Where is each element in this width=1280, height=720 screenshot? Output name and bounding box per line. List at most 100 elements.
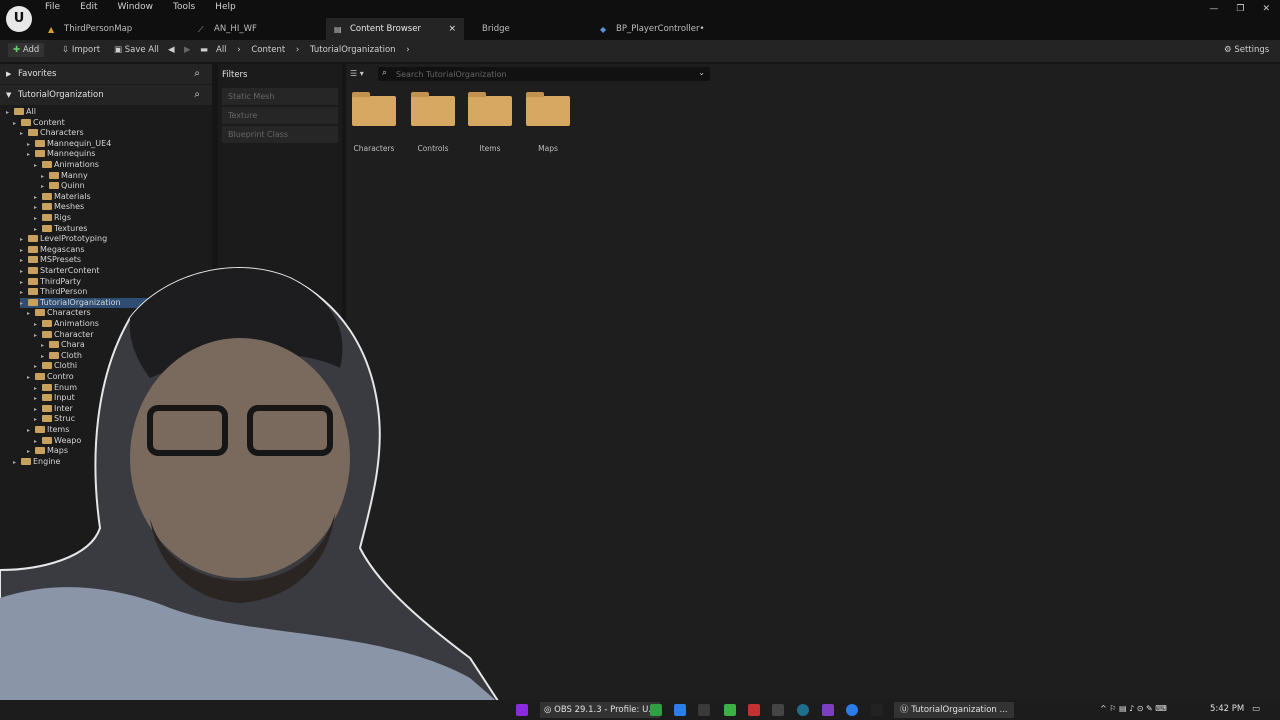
filter-blueprint-class[interactable]: Blueprint Class bbox=[222, 126, 338, 143]
expand-arrow-icon[interactable]: ▸ bbox=[34, 225, 42, 235]
app-icon[interactable] bbox=[674, 704, 686, 716]
webcam-overlay bbox=[0, 267, 500, 704]
system-tray-icons[interactable]: ^ ⚐ ▤ ♪ ⊙ ✎ ⌨ bbox=[1100, 704, 1167, 713]
breadcrumb-tutorialorganization[interactable]: TutorialOrganization bbox=[310, 45, 396, 55]
breadcrumb-content[interactable]: Content bbox=[251, 45, 285, 55]
content-browser-toolbar: ✚ Add ⇩ Import ▣ Save All ◀ ▶ ▬ All › Co… bbox=[0, 40, 1280, 62]
add-button[interactable]: ✚ Add bbox=[8, 43, 45, 57]
menu-file[interactable]: File bbox=[44, 2, 71, 12]
level-icon: ▲ bbox=[48, 24, 55, 34]
tree-item-label: Materials bbox=[54, 191, 91, 201]
tab-bp-playercontroller[interactable]: ◆ BP_PlayerController• bbox=[592, 18, 752, 40]
tree-item[interactable]: ▸ Animations bbox=[34, 160, 99, 170]
tab-label: AN_HI_WF bbox=[214, 24, 257, 34]
expand-arrow-icon[interactable]: ▸ bbox=[34, 203, 42, 213]
expand-arrow-icon[interactable]: ▸ bbox=[27, 140, 35, 150]
tab-an-hi-wf[interactable]: ⟋ AN_HI_WF bbox=[190, 18, 326, 40]
folder-icon bbox=[42, 161, 52, 168]
menu-help[interactable]: Help bbox=[214, 2, 247, 12]
menu-window[interactable]: Window bbox=[117, 2, 165, 12]
app-icon[interactable] bbox=[846, 704, 858, 716]
tree-item[interactable]: ▸ Manny bbox=[41, 171, 88, 181]
tree-item[interactable]: ▸ Textures bbox=[34, 224, 87, 234]
tree-item[interactable]: ▸ LevelPrototyping bbox=[20, 234, 107, 244]
history-forward-icon[interactable]: ▶ bbox=[184, 45, 191, 55]
taskbar-unreal-label: TutorialOrganization ... bbox=[911, 705, 1008, 715]
asset-label: Maps bbox=[538, 144, 558, 153]
restore-icon[interactable]: ❐ bbox=[1236, 4, 1244, 14]
tab-bridge[interactable]: Bridge bbox=[464, 18, 592, 40]
import-button[interactable]: ⇩ Import bbox=[62, 45, 100, 55]
app-icon[interactable] bbox=[650, 704, 662, 716]
tab-thirdpersonmap[interactable]: ▲ ThirdPersonMap bbox=[40, 18, 190, 40]
expand-arrow-icon[interactable]: ▸ bbox=[20, 235, 28, 245]
expand-arrow-icon[interactable]: ▸ bbox=[20, 129, 28, 139]
menu-edit[interactable]: Edit bbox=[79, 2, 108, 12]
tiktok-icon[interactable] bbox=[871, 704, 883, 716]
tree-item-label: Mannequins bbox=[47, 149, 96, 159]
app-icon[interactable] bbox=[724, 704, 736, 716]
settings-button[interactable]: ⚙ Settings bbox=[1224, 45, 1269, 55]
close-tab-icon[interactable]: × bbox=[448, 24, 456, 34]
clock[interactable]: 5:42 PM bbox=[1210, 704, 1244, 714]
folder-icon bbox=[28, 245, 38, 253]
save-all-button[interactable]: ▣ Save All bbox=[114, 45, 159, 55]
search-icon[interactable]: ⌕ bbox=[194, 64, 200, 84]
app-icon[interactable] bbox=[772, 704, 784, 716]
tree-item[interactable]: ▸ Mannequin_UE4 bbox=[27, 139, 111, 149]
folder-icon bbox=[526, 92, 570, 126]
folder-icon[interactable]: ▬ bbox=[200, 45, 208, 55]
tree-item[interactable]: ▸ All bbox=[6, 107, 36, 117]
tree-item[interactable]: ▸ Meshes bbox=[34, 202, 84, 212]
expand-arrow-icon[interactable]: ▸ bbox=[41, 172, 49, 182]
filter-texture[interactable]: Texture bbox=[222, 107, 338, 124]
tree-item[interactable]: ▸ Materials bbox=[34, 192, 91, 202]
asset-folder-items[interactable]: Items bbox=[465, 92, 515, 153]
chevron-down-icon[interactable]: ⌄ bbox=[698, 68, 705, 77]
expand-arrow-icon[interactable]: ▸ bbox=[34, 193, 42, 203]
tab-label: Content Browser bbox=[350, 24, 421, 34]
expand-arrow-icon[interactable]: ▸ bbox=[13, 119, 21, 129]
taskbar-obs[interactable]: ◎ OBS 29.1.3 - Profile: U... bbox=[540, 702, 661, 718]
expand-arrow-icon[interactable]: ▸ bbox=[20, 246, 28, 256]
breadcrumb-all[interactable]: All bbox=[216, 45, 227, 55]
tab-content-browser[interactable]: ▤ Content Browser × bbox=[326, 18, 464, 40]
history-back-icon[interactable]: ◀ bbox=[168, 45, 175, 55]
tree-item[interactable]: ▸ Rigs bbox=[34, 213, 71, 223]
asset-folder-maps[interactable]: Maps bbox=[523, 92, 573, 153]
app-icon[interactable] bbox=[748, 704, 760, 716]
onenote-icon[interactable] bbox=[516, 704, 528, 716]
expand-arrow-icon[interactable]: ▸ bbox=[27, 150, 35, 160]
search-icon[interactable]: ⌕ bbox=[194, 85, 200, 105]
asset-folder-controls[interactable]: Controls bbox=[408, 92, 458, 153]
expand-arrow-icon[interactable]: ▸ bbox=[34, 214, 42, 224]
menu-tools[interactable]: Tools bbox=[172, 2, 206, 12]
tree-item-label: Megascans bbox=[40, 244, 85, 254]
asset-folder-characters[interactable]: Characters bbox=[349, 92, 399, 153]
app-icon[interactable] bbox=[797, 704, 809, 716]
search-input[interactable] bbox=[396, 67, 686, 81]
taskbar-unreal[interactable]: Ⓤ TutorialOrganization ... bbox=[894, 702, 1014, 718]
minimize-icon[interactable]: — bbox=[1209, 4, 1218, 14]
expand-arrow-icon[interactable]: ▸ bbox=[34, 161, 42, 171]
chevron-right-icon: › bbox=[237, 45, 241, 55]
tree-item[interactable]: ▸ Megascans bbox=[20, 245, 85, 255]
tree-item[interactable]: ▸ Mannequins bbox=[27, 149, 95, 159]
filter-dropdown-icon[interactable]: ☰ ▾ bbox=[350, 69, 364, 78]
expand-arrow-icon[interactable]: ▸ bbox=[6, 108, 14, 118]
close-window-icon[interactable]: ✕ bbox=[1262, 4, 1270, 14]
expand-arrow-icon[interactable]: ▸ bbox=[41, 182, 49, 192]
twitch-icon[interactable] bbox=[822, 704, 834, 716]
unreal-logo-icon[interactable]: U bbox=[6, 6, 32, 32]
tree-item[interactable]: ▸ Characters bbox=[20, 128, 84, 138]
favorites-header[interactable]: ▶ Favorites ⌕ bbox=[0, 64, 212, 84]
tree-item[interactable]: ▸ Content bbox=[13, 118, 65, 128]
notification-icon[interactable]: ▭ bbox=[1252, 704, 1260, 714]
filter-static-mesh[interactable]: Static Mesh bbox=[222, 88, 338, 105]
title-bar: U File Edit Window Tools Help ▲ ThirdPer… bbox=[0, 0, 1280, 40]
tree-item-label: Mannequin_UE4 bbox=[47, 138, 112, 148]
tree-item[interactable]: ▸ Quinn bbox=[41, 181, 85, 191]
folder-icon bbox=[14, 108, 24, 115]
tree-header[interactable]: ▼ TutorialOrganization ⌕ bbox=[0, 85, 212, 105]
app-icon[interactable] bbox=[698, 704, 710, 716]
